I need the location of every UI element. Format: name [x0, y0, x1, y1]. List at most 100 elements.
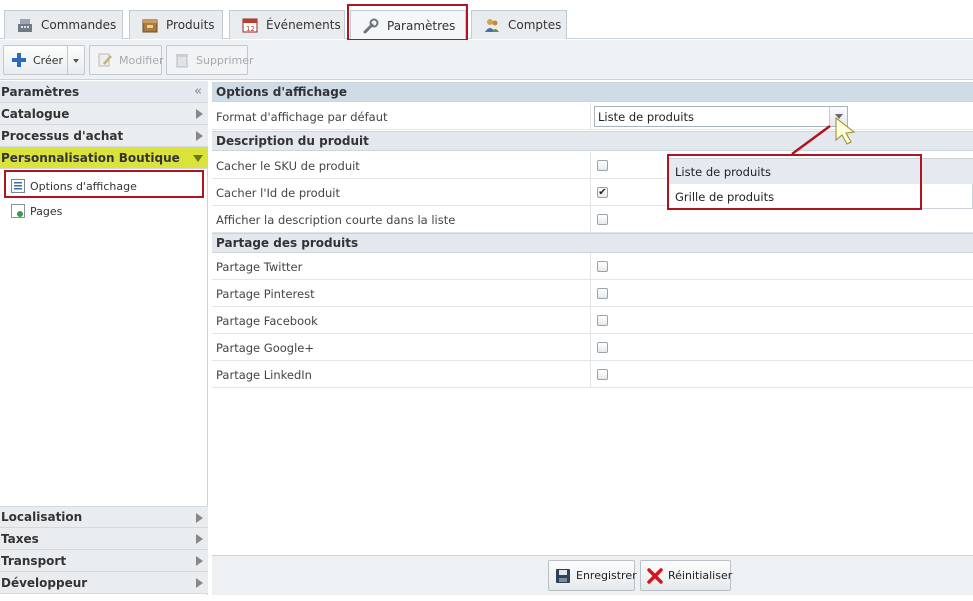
sidebar-title-label: Paramètres [1, 84, 80, 99]
field-label: Format d'affichage par défaut [216, 109, 388, 124]
chevron-right-icon [196, 556, 203, 566]
column-divider [590, 179, 591, 206]
annotation-arrow [791, 116, 856, 156]
share-pinterest-checkbox[interactable] [597, 288, 608, 299]
column-divider [590, 280, 591, 307]
share-twitter-checkbox[interactable] [597, 261, 608, 272]
tab-comptes[interactable]: Comptes [471, 10, 567, 39]
calendar-icon: 12 [242, 17, 258, 33]
field-label: Partage Google+ [216, 340, 314, 355]
sidebar-section-processus-achat[interactable]: Processus d'achat [0, 125, 208, 147]
field-label: Afficher la description courte dans la l… [216, 212, 456, 227]
field-label: Partage Facebook [216, 313, 318, 328]
toolbar: Créer Modifier Supprimer [0, 40, 973, 80]
column-divider [590, 206, 591, 233]
field-label: Cacher le SKU de produit [216, 158, 360, 173]
svg-text:12: 12 [246, 25, 255, 33]
sidebar-section-label: Développeur [1, 575, 88, 590]
edit-button[interactable]: Modifier [89, 45, 164, 75]
short-description-checkbox[interactable] [597, 214, 608, 225]
sidebar-section-localisation[interactable]: Localisation [0, 506, 208, 528]
share-facebook-checkbox[interactable] [597, 315, 608, 326]
column-divider [590, 253, 591, 280]
sidebar-item-pages[interactable]: Pages [0, 199, 208, 223]
cash-register-icon [17, 17, 33, 33]
create-button[interactable]: Créer [3, 45, 85, 75]
chevron-down-icon [193, 155, 203, 162]
red-x-icon [647, 567, 663, 584]
chevron-right-icon [196, 578, 203, 588]
sidebar-section-label: Localisation [1, 510, 83, 524]
chevron-right-icon [196, 534, 203, 544]
plus-icon [11, 52, 27, 68]
row-share-facebook: Partage Facebook [212, 307, 973, 334]
sidebar-title: Paramètres « [0, 81, 208, 103]
tab-parametres[interactable]: Paramètres [350, 10, 466, 40]
create-button-label: Créer [33, 53, 64, 67]
edit-button-label: Modifier [119, 53, 164, 67]
delete-button-label: Supprimer [196, 53, 254, 67]
chevron-down-icon[interactable] [73, 59, 79, 63]
option-label: Liste de produits [675, 164, 771, 179]
tab-label: Paramètres [387, 18, 456, 33]
tab-label: Commandes [41, 18, 117, 32]
row-short-description: Afficher la description courte dans la l… [212, 206, 973, 233]
save-button[interactable]: Enregistrer [548, 560, 637, 591]
row-share-googleplus: Partage Google+ [212, 334, 973, 361]
page-globe-icon [11, 204, 25, 218]
section-title: Partage des produits [216, 236, 359, 250]
reset-button[interactable]: Réinitialiser [640, 560, 733, 591]
page-title: Options d'affichage [212, 82, 973, 102]
column-divider [590, 152, 591, 179]
sidebar-section-label: Personnalisation Boutique [1, 150, 180, 165]
floppy-disk-icon [555, 568, 571, 584]
collapse-icon[interactable]: « [194, 84, 202, 99]
select-value: Liste de produits [598, 109, 694, 124]
dropdown-option-grid[interactable]: Grille de produits [669, 184, 973, 209]
settings-list-icon [11, 179, 25, 193]
sidebar-section-personnalisation[interactable]: Personnalisation Boutique [0, 147, 208, 169]
sidebar-item-label: Options d'affichage [30, 179, 137, 193]
share-linkedin-checkbox[interactable] [597, 369, 608, 380]
field-label: Partage LinkedIn [216, 367, 312, 382]
field-label: Partage Twitter [216, 259, 303, 274]
option-label: Grille de produits [675, 189, 775, 204]
reset-button-label: Réinitialiser [668, 569, 733, 582]
row-share-twitter: Partage Twitter [212, 253, 973, 280]
sidebar-item-label: Pages [30, 204, 63, 218]
column-divider [590, 307, 591, 334]
sidebar-section-taxes[interactable]: Taxes [0, 528, 208, 550]
chevron-right-icon [196, 109, 203, 119]
column-divider [590, 361, 591, 388]
hide-sku-checkbox[interactable] [597, 160, 608, 171]
wrench-icon [363, 18, 379, 34]
hide-id-checkbox[interactable]: ✔ [597, 187, 608, 198]
delete-button[interactable]: Supprimer [166, 45, 254, 75]
save-button-label: Enregistrer [576, 569, 637, 582]
cursor-pointer-icon [835, 116, 856, 145]
sidebar-section-label: Taxes [1, 531, 39, 546]
page-title-label: Options d'affichage [216, 85, 347, 99]
sidebar-section-catalogue[interactable]: Catalogue [0, 103, 208, 125]
field-label: Cacher l'Id de produit [216, 185, 340, 200]
form-footer: Enregistrer Réinitialiser [212, 555, 973, 595]
sidebar-section-label: Catalogue [1, 106, 70, 121]
share-googleplus-checkbox[interactable] [597, 342, 608, 353]
sidebar-section-label: Processus d'achat [1, 128, 124, 143]
column-divider [590, 103, 591, 130]
tab-produits[interactable]: Produits [129, 10, 223, 39]
column-divider [590, 334, 591, 361]
sidebar-section-developpeur[interactable]: Développeur [0, 572, 208, 594]
field-label: Partage Pinterest [216, 286, 315, 301]
tab-label: Comptes [508, 18, 562, 32]
sidebar-section-transport[interactable]: Transport [0, 550, 208, 572]
sidebar-item-options-affichage[interactable]: Options d'affichage [0, 174, 208, 198]
tab-label: Produits [166, 18, 215, 32]
chevron-right-icon [196, 513, 203, 523]
tab-evenements[interactable]: 12 Événements [229, 10, 345, 39]
chevron-right-icon [196, 131, 203, 141]
tab-commandes[interactable]: Commandes [4, 10, 123, 39]
trash-icon [174, 52, 190, 68]
main-tabbar: Commandes Produits 12 Événements Paramèt… [0, 0, 973, 40]
section-title: Description du produit [216, 134, 369, 148]
